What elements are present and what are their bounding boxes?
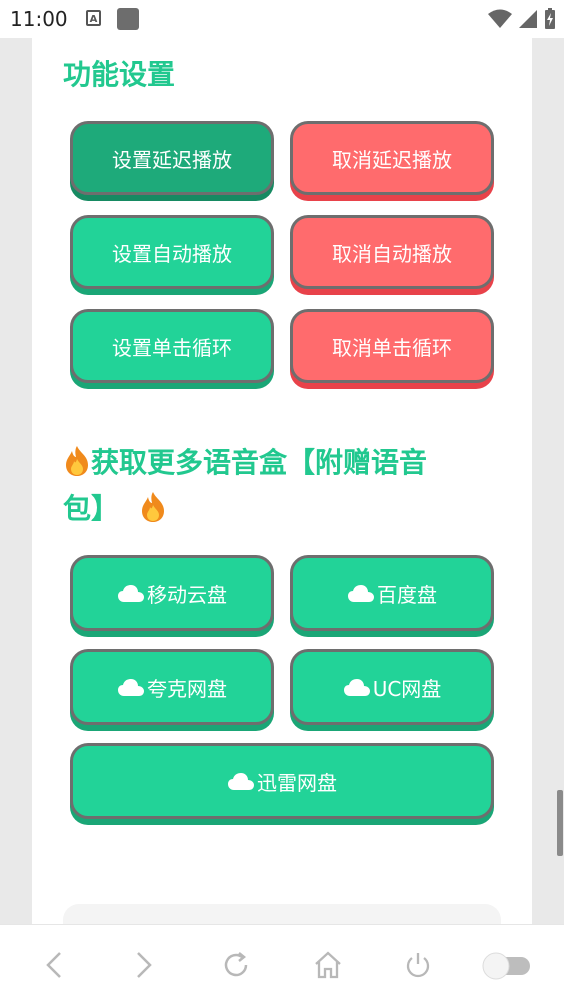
status-bar: 11:00 A (0, 0, 564, 38)
set-delay-play-button[interactable]: 设置延迟播放 (70, 121, 274, 195)
chevron-left-icon (46, 952, 61, 978)
settings-section-title: 功能设置 (63, 58, 176, 91)
forward-button[interactable] (126, 947, 162, 983)
quark-pan-label: 夸克网盘 (147, 676, 227, 701)
baidu-pan-label: 百度盘 (377, 582, 437, 607)
uc-pan-label: UC网盘 (372, 676, 442, 701)
notification-icon (117, 8, 139, 30)
toggle-switch-icon (482, 952, 530, 980)
home-button[interactable] (310, 947, 346, 983)
back-button[interactable] (36, 947, 72, 983)
download-section-title: 获取更多语音盒【附赠语音 包】 (63, 440, 493, 532)
signal-icon (519, 10, 537, 28)
mobile-cloud-button[interactable]: 移动云盘 (70, 555, 274, 631)
download-title-line2: 包】 (63, 492, 120, 525)
cloud-icon (343, 679, 370, 696)
home-icon (315, 951, 341, 979)
cloud-icon (118, 585, 144, 602)
cancel-auto-play-button[interactable]: 取消自动播放 (290, 215, 494, 289)
chevron-right-icon (137, 952, 152, 978)
cancel-delay-play-button[interactable]: 取消延迟播放 (290, 121, 494, 195)
status-time: 11:00 (10, 7, 68, 31)
set-auto-play-button[interactable]: 设置自动播放 (70, 215, 274, 289)
cloud-icon (228, 773, 254, 790)
cloud-icon (348, 585, 374, 602)
baidu-pan-button[interactable]: 百度盘 (290, 555, 494, 631)
status-icons (488, 8, 556, 30)
power-button[interactable] (400, 947, 436, 983)
reload-icon (224, 952, 248, 977)
mobile-cloud-label: 移动云盘 (147, 582, 227, 607)
uc-pan-button[interactable]: UC网盘 (290, 649, 494, 725)
wifi-icon (488, 9, 512, 28)
xunlei-pan-button[interactable]: 迅雷网盘 (70, 743, 494, 819)
scrollbar-thumb[interactable] (557, 790, 563, 856)
quark-pan-button[interactable]: 夸克网盘 (70, 649, 274, 725)
power-icon (406, 953, 430, 978)
fire-icon (141, 492, 164, 522)
browser-nav-bar (0, 924, 564, 1003)
fire-icon (66, 446, 88, 476)
download-title-line1: 获取更多语音盒【附赠语音 (91, 446, 428, 479)
mode-toggle[interactable] (480, 947, 534, 983)
cloud-icon (118, 679, 144, 696)
battery-icon (545, 8, 555, 29)
cancel-click-loop-button[interactable]: 取消单击循环 (290, 309, 494, 383)
reload-button[interactable] (218, 947, 254, 983)
set-click-loop-button[interactable]: 设置单击循环 (70, 309, 274, 383)
xunlei-pan-label: 迅雷网盘 (257, 770, 337, 795)
keyboard-indicator-icon: A (86, 10, 101, 26)
